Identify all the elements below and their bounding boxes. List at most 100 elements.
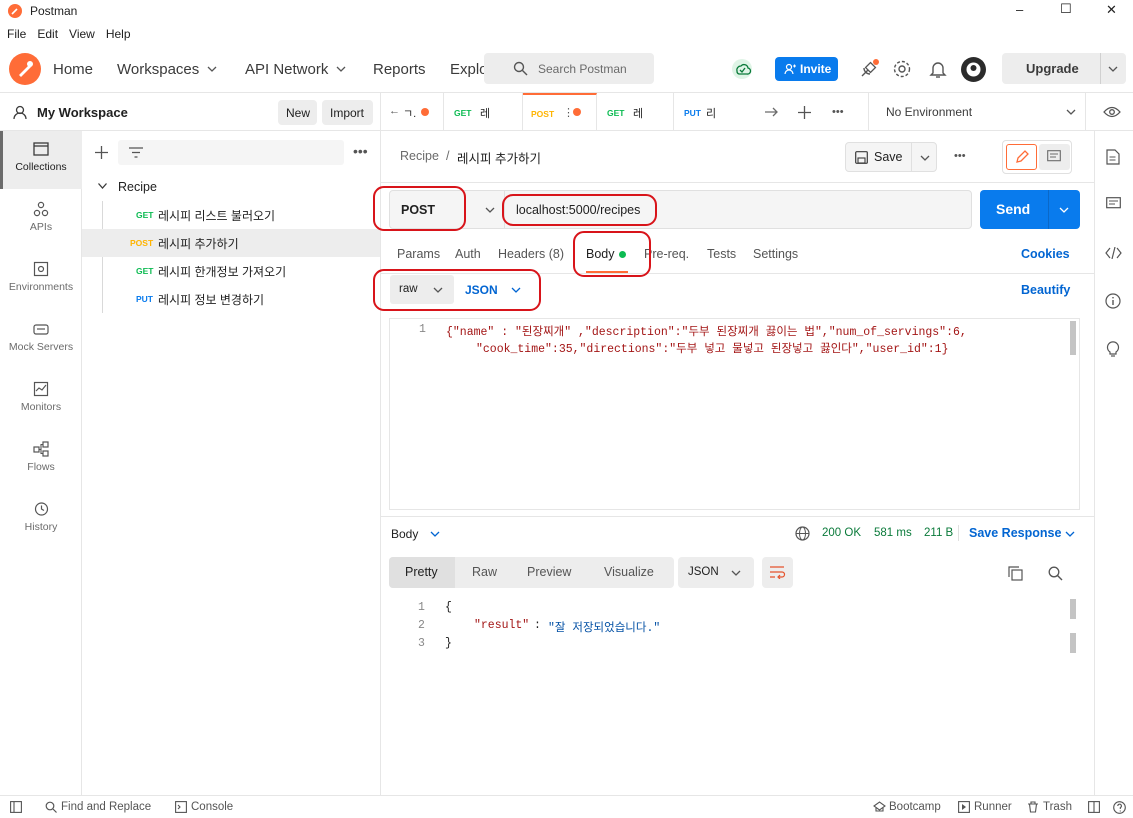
code-icon[interactable] bbox=[1105, 247, 1122, 259]
minimize-button[interactable]: – bbox=[1016, 2, 1023, 17]
filter-input[interactable] bbox=[118, 140, 344, 165]
menu-file[interactable]: File bbox=[0, 22, 30, 41]
import-button[interactable]: Import bbox=[322, 100, 373, 125]
view-visualize[interactable]: Visualize bbox=[604, 565, 654, 579]
sidebar-toggle-icon[interactable] bbox=[10, 801, 22, 813]
two-pane-icon[interactable] bbox=[1088, 801, 1100, 813]
tab-params[interactable]: Params bbox=[397, 247, 440, 261]
menu-edit[interactable]: Edit bbox=[30, 22, 62, 41]
request-item[interactable]: GET 레시피 한개정보 가져오기 bbox=[82, 257, 380, 285]
new-button[interactable]: New bbox=[278, 100, 317, 125]
eye-icon[interactable] bbox=[1103, 106, 1121, 118]
menu-help[interactable]: Help bbox=[99, 22, 135, 41]
tab-headers[interactable]: Headers (8) bbox=[498, 247, 564, 261]
tab[interactable]: PUT 리 bbox=[674, 93, 749, 131]
tab[interactable]: GET 레 bbox=[444, 93, 523, 131]
maximize-button[interactable]: ☐ bbox=[1060, 1, 1072, 17]
menu-view[interactable]: View bbox=[62, 22, 99, 41]
scrollbar[interactable] bbox=[1070, 599, 1076, 619]
tab-tests[interactable]: Tests bbox=[707, 247, 736, 261]
rail-apis[interactable]: APIs bbox=[0, 191, 82, 251]
request-item[interactable]: PUT 레시피 정보 변경하기 bbox=[82, 285, 380, 313]
breadcrumb-collection[interactable]: Recipe bbox=[400, 149, 439, 163]
upgrade-button[interactable]: Upgrade bbox=[1002, 53, 1126, 84]
response-body-label[interactable]: Body bbox=[391, 527, 418, 541]
response-body[interactable]: 1 2 3 { "result" : "잘 저장되었습니다." } bbox=[389, 597, 1080, 792]
beautify-link[interactable]: Beautify bbox=[1021, 283, 1070, 297]
documentation-icon[interactable] bbox=[1106, 149, 1120, 165]
search-icon[interactable] bbox=[1048, 566, 1063, 581]
help-icon[interactable] bbox=[1113, 801, 1126, 814]
search-input[interactable]: Search Postman bbox=[484, 53, 654, 84]
rail-mock-servers[interactable]: Mock Servers bbox=[0, 311, 82, 371]
lightbulb-icon[interactable] bbox=[1106, 340, 1120, 357]
body-editor[interactable]: 1 {"name" : "된장찌개" ,"description":"두부 된장… bbox=[389, 318, 1080, 510]
unsaved-dot bbox=[421, 108, 429, 116]
notifications-bell-icon[interactable] bbox=[929, 59, 947, 79]
nav-reports[interactable]: Reports bbox=[373, 61, 426, 78]
save-button[interactable]: Save bbox=[845, 142, 937, 172]
bootcamp-button[interactable]: Bootcamp bbox=[889, 801, 941, 813]
response-format-select[interactable]: JSON bbox=[678, 557, 754, 588]
rail-flows[interactable]: Flows bbox=[0, 431, 82, 491]
settings-gear-icon[interactable] bbox=[892, 59, 912, 79]
close-button[interactable]: ✕ bbox=[1106, 2, 1117, 18]
chevron-down-icon[interactable] bbox=[98, 183, 107, 189]
comments-icon[interactable] bbox=[1106, 197, 1121, 211]
console-button[interactable]: Console bbox=[191, 801, 233, 813]
upgrade-label: Upgrade bbox=[1026, 61, 1079, 76]
chevron-down-icon[interactable] bbox=[1108, 66, 1118, 73]
chevron-down-icon[interactable] bbox=[430, 531, 440, 538]
docs-mode-button[interactable] bbox=[1039, 144, 1070, 170]
tab-auth[interactable]: Auth bbox=[455, 247, 481, 261]
response-time[interactable]: 581 ms bbox=[874, 527, 912, 539]
more-options-icon[interactable]: ••• bbox=[353, 143, 368, 159]
cookies-link[interactable]: Cookies bbox=[1021, 247, 1070, 261]
rail-collections[interactable]: Collections bbox=[0, 131, 82, 191]
environment-select[interactable]: No Environment bbox=[869, 93, 1085, 131]
globe-icon[interactable] bbox=[795, 526, 810, 541]
request-item[interactable]: GET 레시피 리스트 불러오기 bbox=[82, 201, 380, 229]
rail-monitors[interactable]: Monitors bbox=[0, 371, 82, 431]
view-preview[interactable]: Preview bbox=[527, 565, 571, 579]
tabs-more-icon[interactable]: ••• bbox=[832, 106, 844, 118]
view-pretty[interactable]: Pretty bbox=[405, 565, 438, 579]
nav-workspaces[interactable]: Workspaces bbox=[117, 61, 199, 78]
tab[interactable]: ← ㄱ. bbox=[381, 93, 444, 131]
wrap-lines-button[interactable] bbox=[762, 557, 793, 588]
satellite-icon[interactable] bbox=[858, 58, 880, 80]
more-options-icon[interactable]: ••• bbox=[954, 150, 966, 162]
invite-button[interactable]: Invite bbox=[775, 57, 838, 81]
nav-explore[interactable]: Explo bbox=[450, 61, 488, 78]
runner-button[interactable]: Runner bbox=[974, 801, 1012, 813]
line-number: 2 bbox=[418, 619, 425, 632]
sync-cloud-icon[interactable] bbox=[731, 58, 753, 80]
edit-mode-button[interactable] bbox=[1006, 144, 1037, 170]
save-response-button[interactable]: Save Response bbox=[969, 526, 1061, 540]
plus-icon[interactable] bbox=[95, 146, 108, 159]
nav-home[interactable]: Home bbox=[53, 61, 93, 78]
copy-icon[interactable] bbox=[1008, 566, 1023, 581]
info-icon[interactable] bbox=[1105, 293, 1121, 309]
response-size[interactable]: 211 B bbox=[924, 527, 953, 539]
tab[interactable]: GET 레 bbox=[597, 93, 674, 131]
scrollbar[interactable] bbox=[1070, 633, 1076, 653]
postman-logo-icon[interactable] bbox=[9, 53, 41, 85]
rail-environments[interactable]: Environments bbox=[0, 251, 82, 311]
find-and-replace-button[interactable]: Find and Replace bbox=[61, 801, 151, 813]
tab-settings[interactable]: Settings bbox=[753, 247, 798, 261]
trash-button[interactable]: Trash bbox=[1043, 801, 1072, 813]
status-badge[interactable]: 200 OK bbox=[822, 527, 861, 539]
rail-history[interactable]: History bbox=[0, 491, 82, 551]
request-item-selected[interactable]: POST 레시피 추가하기 bbox=[82, 229, 380, 257]
nav-api-network[interactable]: API Network bbox=[245, 61, 328, 78]
scrollbar[interactable] bbox=[1070, 321, 1076, 355]
avatar[interactable] bbox=[961, 57, 986, 82]
tab-active[interactable]: POST ⋮ bbox=[523, 93, 597, 131]
chevron-down-icon[interactable] bbox=[1065, 531, 1075, 538]
arrow-right-icon[interactable] bbox=[765, 107, 779, 117]
new-tab-plus-icon[interactable] bbox=[798, 106, 811, 119]
collection-name[interactable]: Recipe bbox=[118, 180, 157, 194]
view-raw[interactable]: Raw bbox=[472, 565, 497, 579]
send-button[interactable]: Send bbox=[980, 190, 1080, 229]
